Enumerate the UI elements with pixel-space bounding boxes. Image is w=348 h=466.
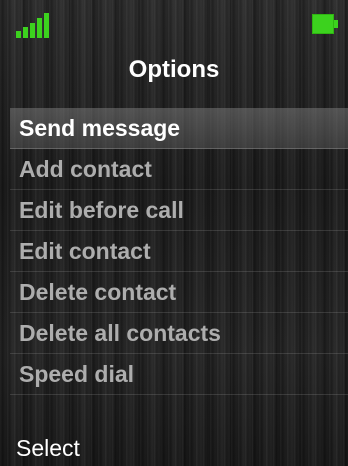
signal-bar <box>37 18 42 38</box>
options-screen: Options Send message Add contact Edit be… <box>0 0 348 466</box>
signal-bar <box>16 31 21 38</box>
menu-item-edit-before-call[interactable]: Edit before call <box>10 190 348 231</box>
menu-item-add-contact[interactable]: Add contact <box>10 149 348 190</box>
page-title: Options <box>128 56 220 83</box>
battery-tip <box>334 20 338 28</box>
signal-bar <box>44 13 49 38</box>
select-softkey[interactable]: Select <box>16 434 80 462</box>
signal-bar <box>23 27 28 38</box>
battery-body <box>312 14 334 34</box>
menu-item-edit-contact[interactable]: Edit contact <box>10 231 348 272</box>
menu-item-send-message[interactable]: Send message <box>10 108 348 149</box>
options-menu: Send message Add contact Edit before cal… <box>10 108 348 395</box>
signal-strength-icon <box>16 12 50 38</box>
menu-item-delete-contact[interactable]: Delete contact <box>10 272 348 313</box>
menu-item-speed-dial[interactable]: Speed dial <box>10 354 348 395</box>
battery-icon <box>312 14 338 36</box>
menu-item-delete-all-contacts[interactable]: Delete all contacts <box>10 313 348 354</box>
signal-bar <box>30 23 35 38</box>
